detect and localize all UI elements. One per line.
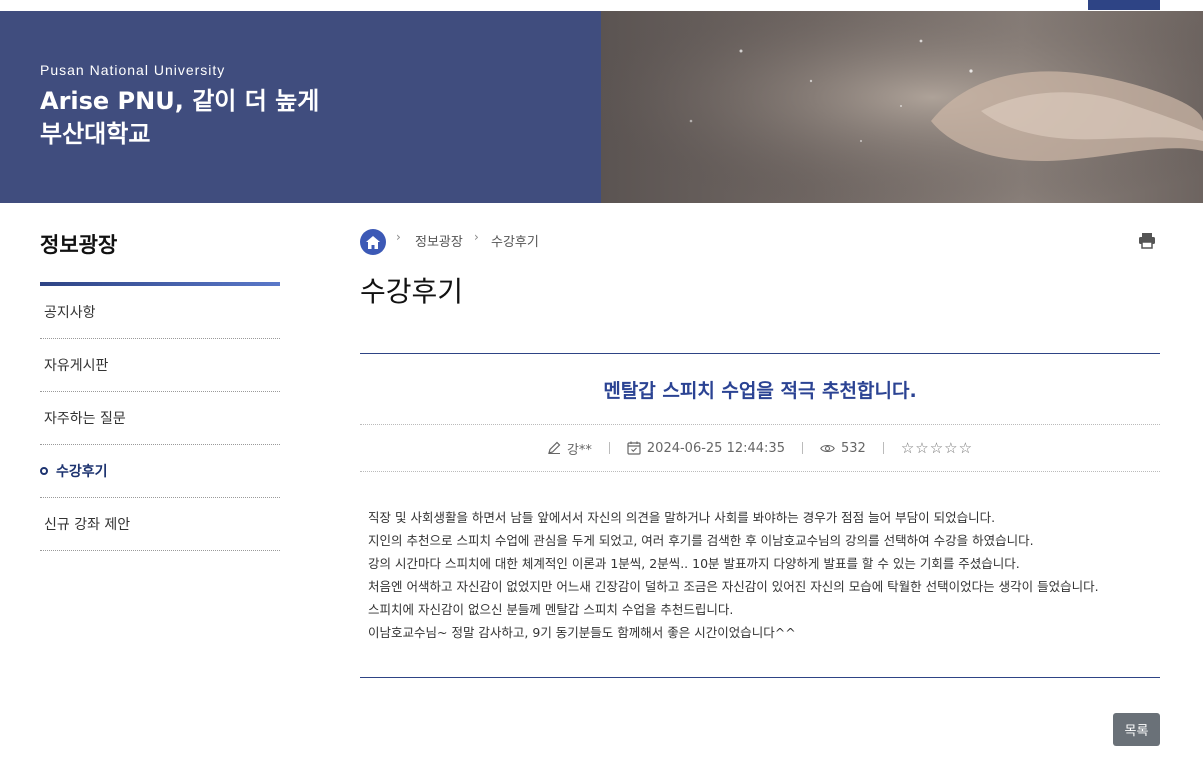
hero-text-panel: Pusan National University Arise PNU, 같이 …	[0, 11, 601, 203]
sidebar-item-label: 자주하는 질문	[44, 411, 126, 427]
sidebar-item-free-board[interactable]: 자유게시판	[40, 339, 280, 392]
post-body-line: 이남호교수님~ 정말 감사하고, 9기 동기분들도 함께해서 좋은 시간이었습니…	[368, 625, 796, 640]
views-meta: 532	[820, 441, 866, 456]
eye-icon	[820, 444, 835, 452]
sidebar-item-faq[interactable]: 자주하는 질문	[40, 392, 280, 445]
hero-banner: Pusan National University Arise PNU, 같이 …	[0, 11, 1203, 203]
breadcrumb-item[interactable]: 수강후기	[491, 231, 539, 250]
post-views: 532	[840, 440, 866, 456]
home-icon[interactable]	[360, 229, 386, 255]
sidebar-item-reviews[interactable]: 수강후기	[40, 445, 280, 498]
sidebar-item-label: 공지사항	[44, 305, 96, 321]
chevron-right-icon: ›	[474, 230, 479, 244]
date-meta: 2024-06-25 12:44:35	[627, 441, 785, 456]
author-meta: 강**	[547, 439, 592, 458]
post-author: 강**	[566, 442, 592, 458]
post-view: 멘탈갑 스피치 수업을 적극 추천합니다. 강** 2024-06-25 12:…	[360, 353, 1160, 678]
post-body-line: 처음엔 어색하고 자신감이 없었지만 어느새 긴장감이 덜하고 조금은 자신감이…	[368, 579, 1099, 594]
post-meta: 강** 2024-06-25 12:44:35 532 ☆☆☆☆☆	[360, 425, 1160, 472]
list-button[interactable]: 목록	[1113, 713, 1160, 746]
sidebar-menu: 공지사항 자유게시판 자주하는 질문 수강후기 신규 강좌 제안	[40, 286, 280, 551]
hero-subtitle: Pusan National University	[40, 62, 226, 78]
active-dot-icon	[40, 467, 48, 475]
sidebar-item-notice[interactable]: 공지사항	[40, 286, 280, 339]
breadcrumb-item[interactable]: 정보광장	[415, 231, 463, 250]
page-title: 수강후기	[360, 275, 464, 308]
post-date: 2024-06-25 12:44:35	[646, 440, 785, 456]
meta-divider	[882, 442, 884, 454]
pencil-icon	[548, 441, 561, 454]
calendar-icon	[627, 441, 641, 455]
top-nav-tab[interactable]	[1088, 0, 1160, 10]
sidebar-title: 정보광장	[40, 233, 118, 257]
sidebar-item-label: 신규 강좌 제안	[44, 517, 131, 533]
post-body-line: 지인의 추천으로 스피치 수업에 관심을 두게 되었고, 여러 후기를 검색한 …	[368, 533, 1034, 548]
meta-divider	[608, 442, 610, 454]
post-title: 멘탈갑 스피치 수업을 적극 추천합니다.	[360, 354, 1160, 425]
post-body-line: 스피치에 자신감이 없으신 분들께 멘탈갑 스피치 수업을 추천드립니다.	[368, 602, 734, 617]
sidebar-item-label: 수강후기	[56, 464, 108, 480]
hero-title: Arise PNU, 같이 더 높게 부산대학교	[40, 85, 319, 151]
hero-image	[601, 11, 1203, 203]
star-rating: ☆☆☆☆☆	[900, 439, 974, 457]
top-strip	[0, 0, 1203, 11]
meta-divider	[801, 442, 803, 454]
post-body-line: 직장 및 사회생활을 하면서 남들 앞에서서 자신의 의견을 말하거나 사회를 …	[368, 510, 996, 525]
chevron-right-icon: ›	[396, 230, 401, 244]
sidebar-item-course-proposal[interactable]: 신규 강좌 제안	[40, 498, 280, 551]
print-icon[interactable]	[1138, 233, 1156, 249]
sidebar-item-label: 자유게시판	[44, 358, 109, 374]
hero-title-line2: 부산대학교	[40, 120, 151, 148]
hero-title-line1: Arise PNU, 같이 더 높게	[40, 87, 320, 115]
post-body: 직장 및 사회생활을 하면서 남들 앞에서서 자신의 의견을 말하거나 사회를 …	[360, 472, 1160, 678]
post-body-line: 강의 시간마다 스피치에 대한 체계적인 이론과 1분씩, 2분씩.. 10분 …	[368, 556, 1020, 571]
